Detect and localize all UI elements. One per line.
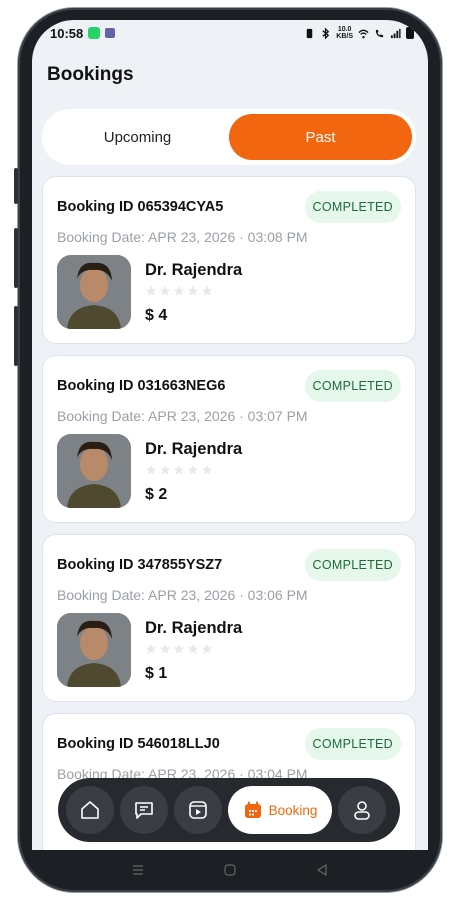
status-badge: COMPLETED xyxy=(304,728,401,760)
star-icon[interactable] xyxy=(159,643,171,655)
vibrate-icon xyxy=(307,28,313,38)
tab-past[interactable]: Past xyxy=(229,114,412,160)
doctor-avatar xyxy=(57,255,131,329)
nav-booking-label: Booking xyxy=(268,802,318,818)
tab-upcoming[interactable]: Upcoming xyxy=(46,114,229,160)
profile-icon xyxy=(354,801,370,820)
call-icon xyxy=(375,29,384,37)
wifi-icon xyxy=(358,29,369,38)
star-icon[interactable] xyxy=(145,464,157,476)
teams-icon xyxy=(105,28,116,38)
booking-id: Booking ID 347855YSZ7 xyxy=(57,557,223,573)
volume-button xyxy=(14,168,18,204)
doctor-name: Dr. Rajendra xyxy=(145,440,243,458)
battery-icon xyxy=(406,27,414,39)
star-icon[interactable] xyxy=(201,285,213,297)
star-icon[interactable] xyxy=(159,285,171,297)
booking-card[interactable]: Booking ID 031663NEG6 COMPLETED Booking … xyxy=(42,355,416,523)
status-badge: COMPLETED xyxy=(304,191,401,223)
page-title: Bookings xyxy=(47,64,134,85)
video-icon xyxy=(189,801,207,819)
star-icon[interactable] xyxy=(187,285,199,297)
signal-icon xyxy=(390,28,401,38)
doctor-avatar xyxy=(57,613,131,687)
star-icon[interactable] xyxy=(145,285,157,297)
status-badge: COMPLETED xyxy=(304,549,401,581)
booking-id: Booking ID 546018LLJ0 xyxy=(57,736,220,752)
star-icon[interactable] xyxy=(173,285,185,297)
booking-price: $ 2 xyxy=(145,486,168,503)
booking-date: Booking Date: APR 23, 2026 · 03:08 PM xyxy=(57,229,308,245)
nav-chat[interactable] xyxy=(120,786,168,834)
star-icon[interactable] xyxy=(187,464,199,476)
booking-card[interactable]: Booking ID 347855YSZ7 COMPLETED Booking … xyxy=(42,534,416,702)
system-nav-bar xyxy=(32,850,428,890)
doctor-avatar xyxy=(57,434,131,508)
doctor-name: Dr. Rajendra xyxy=(145,261,243,279)
booking-date: Booking Date: APR 23, 2026 · 03:06 PM xyxy=(57,587,308,603)
booking-card[interactable]: Booking ID 065394CYA5 COMPLETED Booking … xyxy=(42,176,416,344)
volume-button xyxy=(14,228,18,288)
booking-id: Booking ID 031663NEG6 xyxy=(57,378,226,394)
star-icon[interactable] xyxy=(173,643,185,655)
star-icon[interactable] xyxy=(145,643,157,655)
home-button-icon[interactable] xyxy=(223,863,237,877)
nav-booking[interactable]: Booking xyxy=(228,786,332,834)
star-icon[interactable] xyxy=(201,643,213,655)
status-bar: 10:58 10.0 KB/S xyxy=(32,20,428,46)
net-speed: 10.0 KB/S xyxy=(336,26,353,40)
bottom-nav: Booking xyxy=(58,778,400,842)
booking-id: Booking ID 065394CYA5 xyxy=(57,199,224,215)
rating-stars[interactable] xyxy=(145,643,213,655)
star-icon[interactable] xyxy=(173,464,185,476)
doctor-name: Dr. Rajendra xyxy=(145,619,243,637)
bluetooth-icon xyxy=(322,27,330,39)
booking-date: Booking Date: APR 23, 2026 · 03:07 PM xyxy=(57,408,308,424)
home-icon xyxy=(81,801,99,819)
chat-icon xyxy=(135,802,153,819)
recents-icon[interactable] xyxy=(131,863,145,877)
rating-stars[interactable] xyxy=(145,464,213,476)
booking-price: $ 1 xyxy=(145,665,168,682)
back-icon[interactable] xyxy=(315,863,329,877)
power-button xyxy=(14,306,18,366)
rating-stars[interactable] xyxy=(145,285,213,297)
booking-price: $ 4 xyxy=(145,307,168,324)
bookings-list: Booking ID 065394CYA5 COMPLETED Booking … xyxy=(42,176,416,850)
nav-home[interactable] xyxy=(66,786,114,834)
app-screen: 10:58 10.0 KB/S Bookings Upcoming Past Bo… xyxy=(32,20,428,850)
star-icon[interactable] xyxy=(159,464,171,476)
calendar-icon xyxy=(244,801,261,818)
star-icon[interactable] xyxy=(201,464,213,476)
status-time: 10:58 xyxy=(50,25,84,41)
whatsapp-icon xyxy=(88,27,101,39)
nav-video[interactable] xyxy=(174,786,222,834)
nav-profile[interactable] xyxy=(338,786,386,834)
star-icon[interactable] xyxy=(187,643,199,655)
booking-tabs: Upcoming Past xyxy=(42,109,416,165)
status-badge: COMPLETED xyxy=(304,370,401,402)
